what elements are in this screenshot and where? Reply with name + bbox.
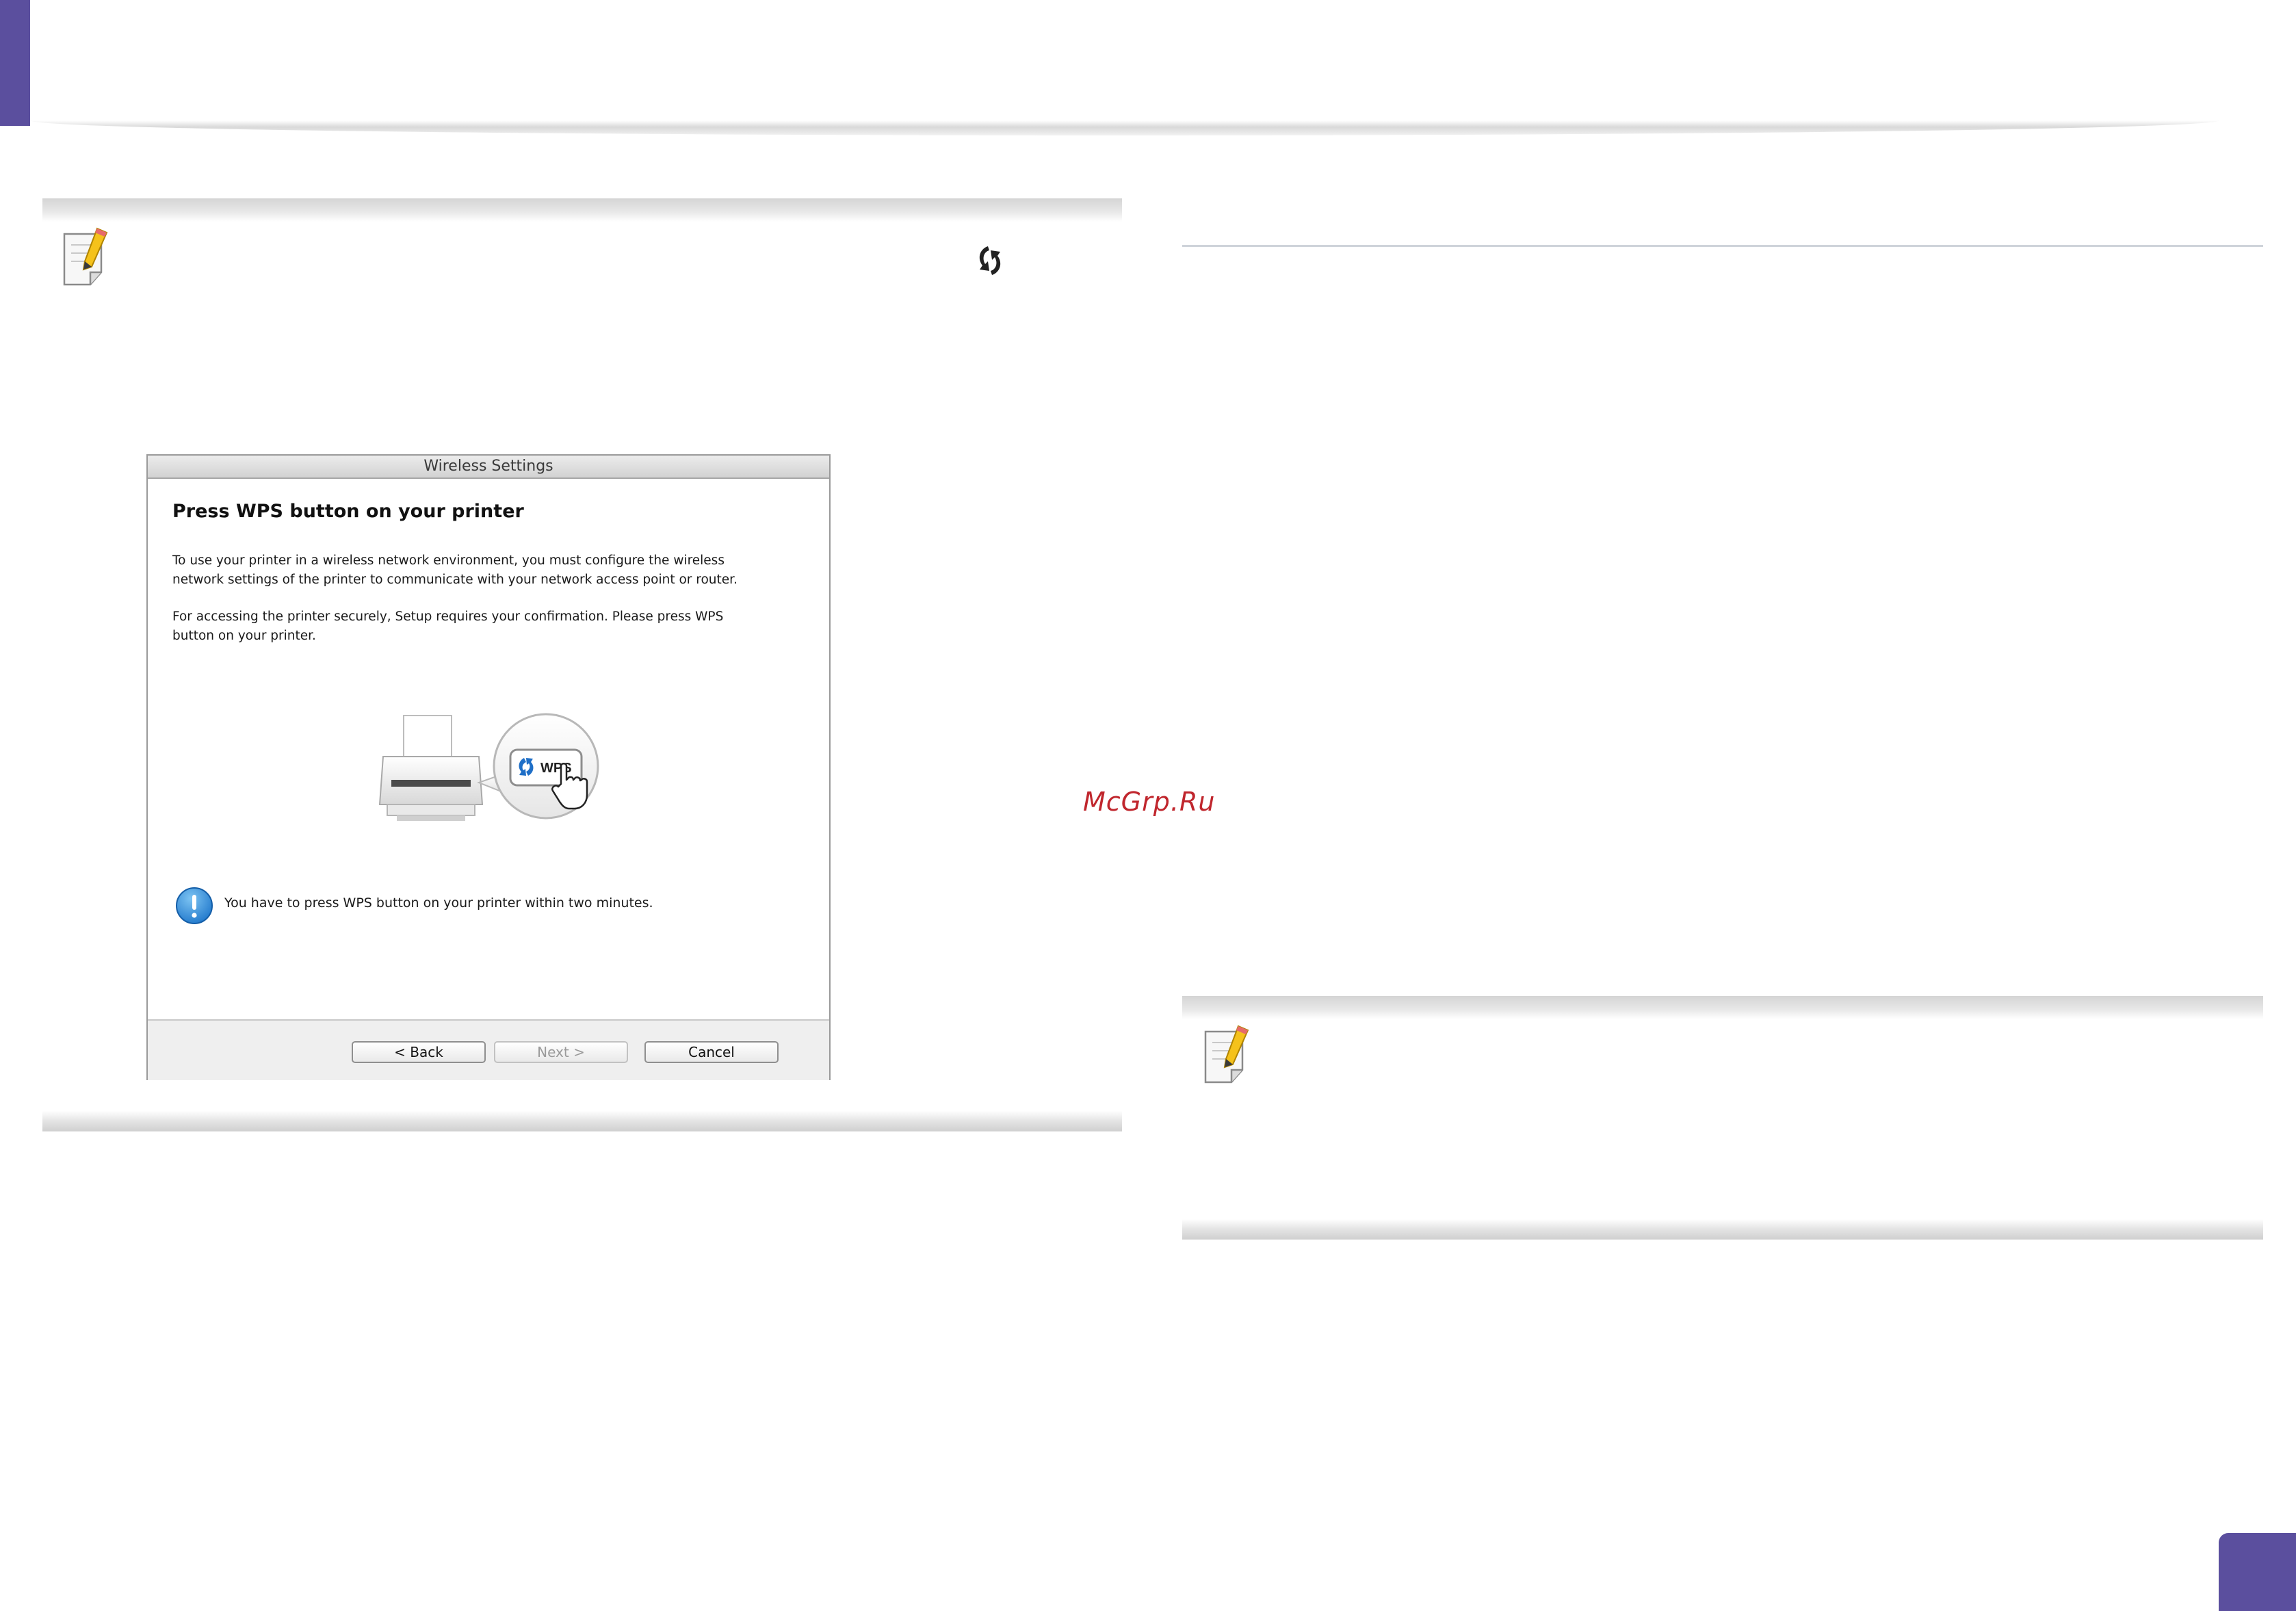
note-bar-bottom-right: [1182, 1219, 2263, 1240]
dialog-title: Wireless Settings: [148, 456, 829, 479]
printer-icon: [378, 715, 484, 821]
page-number-badge: [2219, 1533, 2296, 1611]
section-rule-right: [1182, 245, 2263, 247]
dialog-paragraph-1-line-2: network settings of the printer to commu…: [172, 573, 738, 587]
dialog-paragraph-2-line-1: For accessing the printer securely, Setu…: [172, 610, 724, 624]
back-button[interactable]: < Back: [352, 1041, 486, 1063]
dialog-paragraph-2-line-2: button on your printer.: [172, 629, 316, 643]
watermark: McGrp.Ru: [1083, 787, 1216, 817]
wireless-settings-dialog: Wireless Settings Press WPS button on yo…: [146, 454, 831, 1080]
printer-illustration: WPS: [378, 713, 599, 821]
dialog-paragraph-1-line-1: To use your printer in a wireless networ…: [172, 553, 725, 568]
note-pencil-icon: [63, 227, 108, 286]
cancel-button[interactable]: Cancel: [644, 1041, 779, 1063]
note-bar-bottom-left: [42, 1111, 1122, 1131]
chapter-tab: [0, 0, 30, 126]
note-pencil-icon: [1204, 1025, 1249, 1084]
info-icon: [176, 887, 213, 924]
dialog-heading: Press WPS button on your printer: [172, 501, 524, 522]
dialog-footer: < Back Next > Cancel: [148, 1019, 829, 1080]
note-bar-top-left: [42, 198, 1122, 222]
next-button[interactable]: Next >: [494, 1041, 628, 1063]
wps-icon: [979, 246, 1001, 275]
note-bar-top-right: [1182, 996, 2263, 1019]
header-rule: [30, 120, 2219, 135]
wps-timeout-message: You have to press WPS button on your pri…: [224, 895, 653, 911]
